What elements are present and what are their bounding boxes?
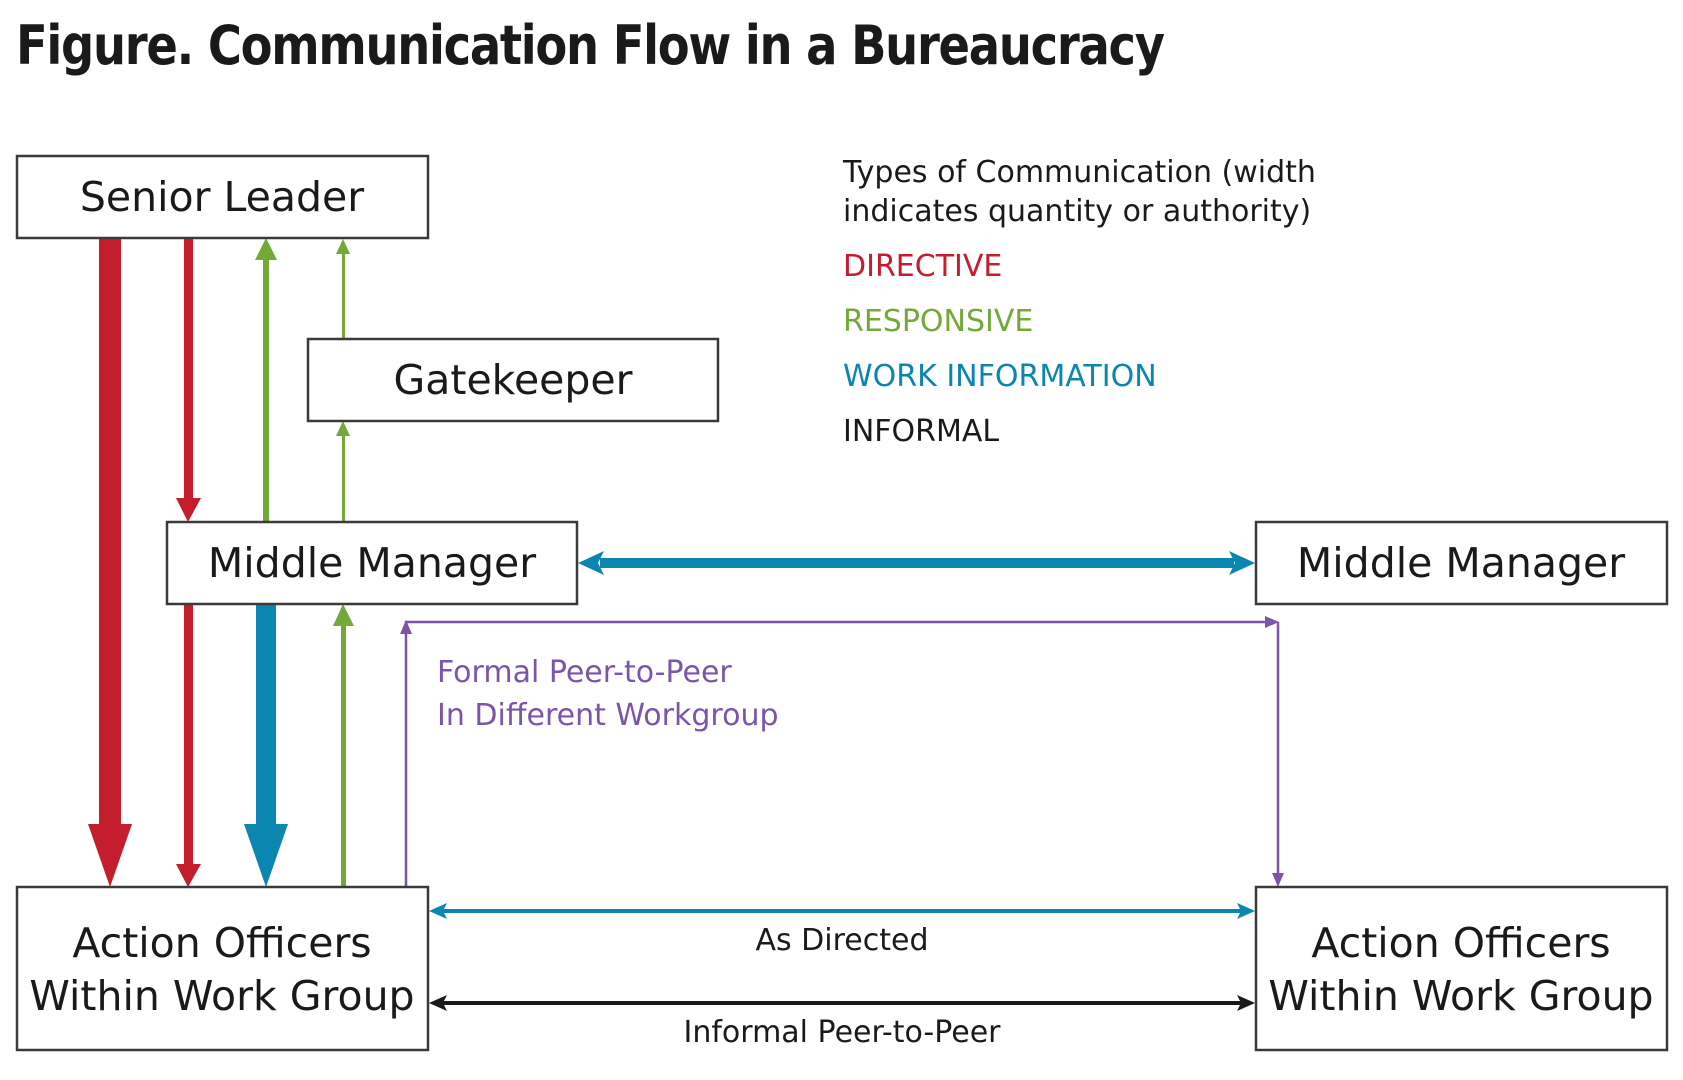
node-action-officers-left: Action Officers Within Work Group — [15, 885, 430, 1052]
node-senior-leader: Senior Leader — [15, 154, 430, 240]
node-label: Gatekeeper — [393, 356, 632, 404]
node-label-line-1: Action Officers — [72, 919, 371, 967]
informal-peer-arrow — [429, 995, 1255, 1011]
node-gatekeeper: Gatekeeper — [306, 337, 720, 423]
node-action-officers-right: Action Officers Within Work Group — [1254, 885, 1669, 1052]
node-label: Senior Leader — [80, 173, 364, 221]
node-label-line-2: Within Work Group — [29, 972, 414, 1020]
node-label-line-1: Action Officers — [1311, 919, 1610, 967]
legend-item-responsive: RESPONSIVE — [843, 304, 1033, 339]
communication-flow-diagram: Senior Leader Gatekeeper Middle Manager … — [15, 154, 1669, 1052]
node-label: Middle Manager — [208, 539, 536, 587]
legend-item-informal: INFORMAL — [843, 414, 999, 449]
node-middle-manager-right: Middle Manager — [1254, 520, 1669, 606]
node-middle-manager-left: Middle Manager — [165, 520, 579, 606]
as-directed-label: As Directed — [755, 923, 928, 958]
responsive-arrow-middle-to-senior — [255, 238, 277, 522]
as-directed-arrow — [429, 903, 1255, 919]
responsive-arrow-middle-to-gatekeeper — [336, 421, 350, 522]
work-info-arrow-middle-managers — [578, 551, 1255, 575]
work-info-arrow-middle-to-officers — [244, 604, 288, 887]
directive-arrow-senior-to-middle — [176, 238, 201, 522]
legend-heading-line-1: Types of Communication (width — [842, 155, 1316, 190]
legend: Types of Communication (width indicates … — [842, 155, 1316, 449]
node-label: Middle Manager — [1297, 539, 1625, 587]
formal-peer-label-line-1: Formal Peer-to-Peer — [437, 655, 732, 690]
directive-arrow-middle-to-officers — [176, 604, 201, 887]
informal-peer-label: Informal Peer-to-Peer — [683, 1015, 1001, 1050]
legend-item-directive: DIRECTIVE — [843, 249, 1002, 284]
directive-arrow-senior-to-officers — [88, 238, 132, 887]
responsive-arrow-officers-to-middle — [333, 604, 354, 887]
formal-peer-label-line-2: In Different Workgroup — [437, 698, 779, 733]
responsive-arrow-gatekeeper-to-senior — [336, 239, 350, 339]
node-label-line-2: Within Work Group — [1268, 972, 1653, 1020]
legend-heading-line-2: indicates quantity or authority) — [843, 194, 1311, 229]
legend-item-work-information: WORK INFORMATION — [843, 359, 1157, 394]
